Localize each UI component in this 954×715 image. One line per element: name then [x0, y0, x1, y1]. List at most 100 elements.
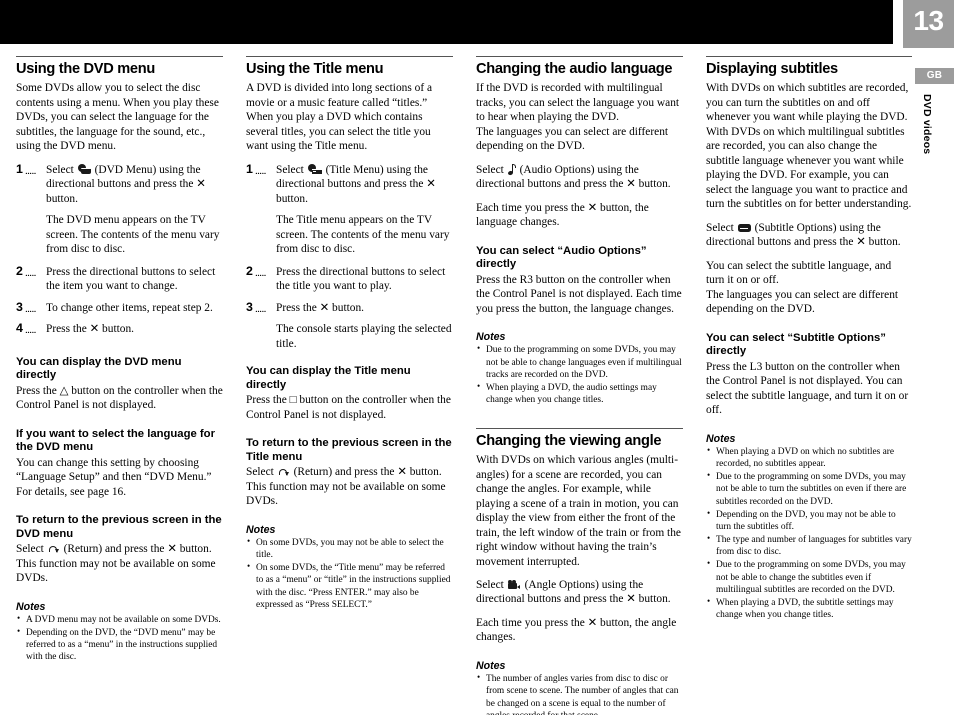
- column-using-the-dvd-menu: Using the DVD menu Some DVDs allow you t…: [16, 56, 223, 673]
- subtitle-select-instruction: Select (Subtitle Options) using the dire…: [706, 221, 912, 250]
- step-number: 1: [246, 161, 253, 176]
- section-title: Changing the viewing angle: [476, 432, 662, 449]
- step-1: 1 ..... Select (DVD Menu) using the dire…: [16, 161, 223, 206]
- note-item: The number of angles varies from disc to…: [476, 672, 683, 715]
- subsection-body-prefix: Select: [16, 543, 44, 556]
- select-prefix: Select: [476, 163, 504, 176]
- return-icon: [48, 544, 60, 554]
- audio-follow-up: Each time you press the ✕ button, the la…: [476, 201, 649, 229]
- step-leader: .....: [25, 302, 36, 315]
- audio-select-instruction: Select (Audio Options) using the directi…: [476, 163, 683, 192]
- angle-select-instruction: Select (Angle Options) using the directi…: [476, 578, 683, 607]
- step-leader: .....: [255, 302, 266, 315]
- subsection-body: Press the □ button on the controller whe…: [246, 394, 451, 421]
- section-intro: Some DVDs allow you to select the disc c…: [16, 82, 219, 153]
- note-item: Due to the programming on some DVDs, you…: [706, 470, 912, 508]
- subsection-body-text: (Return) and press the ✕ button. This fu…: [246, 466, 446, 508]
- subsection-body: Press the △ button on the controller whe…: [16, 384, 223, 412]
- notes-heading: Notes: [706, 432, 736, 445]
- subsection-heading: You can select “Subtitle Options” direct…: [706, 331, 886, 358]
- note-item: On some DVDs, you may not be able to sel…: [246, 536, 453, 562]
- note-item: When playing a DVD, the subtitle setting…: [706, 596, 912, 622]
- step-text-after: Press the directional buttons to select …: [46, 265, 216, 293]
- page-number: 13: [913, 5, 944, 36]
- subsection-body: Select (Return) and press the ✕ button. …: [16, 542, 223, 585]
- subsection-language-for-dvd-menu: If you want to select the language for t…: [16, 428, 223, 500]
- note-item: Due to the programming on some DVDs, you…: [476, 343, 683, 381]
- note-item: Depending on the DVD, you may not be abl…: [706, 508, 912, 534]
- notes-heading: Notes: [16, 600, 46, 613]
- section-rule: [706, 56, 912, 57]
- subsection-body: You can change this setting by choosing …: [16, 456, 212, 498]
- subsection-display-title-menu-directly: You can display the Title menu directly …: [246, 365, 453, 422]
- step-leader: .....: [25, 266, 36, 279]
- title-menu-icon: [307, 163, 322, 175]
- step-4: 4 ..... Press the ✕ button.: [16, 321, 223, 337]
- step-number: 4: [16, 321, 23, 336]
- section-rule: [476, 427, 683, 429]
- step-text-before: Select: [46, 163, 74, 176]
- step-number: 2: [246, 263, 253, 278]
- subsection-heading: You can display the DVD menu directly: [16, 355, 182, 382]
- select-prefix: Select: [476, 579, 504, 591]
- content-columns: Using the DVD menu Some DVDs allow you t…: [0, 56, 954, 715]
- step-1-result: The DVD menu appears on the TV screen. T…: [46, 214, 220, 256]
- note-item: Depending on the DVD, the “DVD menu” may…: [16, 626, 223, 664]
- angle-options-icon: [507, 580, 521, 590]
- notes-list: When playing a DVD on which no subtitles…: [706, 445, 912, 622]
- note-item: When playing a DVD on which no subtitles…: [706, 445, 912, 471]
- manual-page: 13 GB DVD videos Using the DVD menu Some…: [0, 0, 954, 715]
- select-text: (Angle Options) using the directional bu…: [476, 579, 671, 606]
- subsection-body-text: (Return) and press the ✕ button. This fu…: [16, 543, 216, 585]
- notes-heading: Notes: [476, 331, 506, 344]
- step-leader: .....: [255, 266, 266, 279]
- select-prefix: Select: [706, 221, 734, 234]
- subsection-subtitle-options-directly: You can select “Subtitle Options” direct…: [706, 332, 912, 418]
- audio-options-icon: [507, 163, 516, 176]
- note-item: The type and number of languages for sub…: [706, 533, 912, 559]
- header-black-bar: [0, 0, 893, 44]
- step-number: 3: [16, 299, 23, 314]
- notes-heading: Notes: [476, 659, 506, 672]
- subsection-display-dvd-menu-directly: You can display the DVD menu directly Pr…: [16, 356, 223, 413]
- subsection-heading: To return to the previous screen in the …: [246, 437, 452, 463]
- step-1: 1 ..... Select (Title Menu) using the di…: [246, 161, 453, 206]
- subsection-body-prefix: Select: [246, 466, 274, 479]
- section-title: Changing the audio language: [476, 61, 673, 77]
- step-text-after: Press the ✕ button.: [276, 301, 365, 314]
- step-leader: .....: [25, 324, 36, 337]
- subsection-heading: You can select “Audio Options” directly: [476, 244, 647, 271]
- step-2: 2 ..... Press the directional buttons to…: [16, 264, 223, 294]
- subtitle-options-icon: [737, 224, 751, 233]
- section-rule: [16, 56, 223, 57]
- subsection-heading: You can display the Title menu directly: [246, 365, 411, 391]
- note-item: When playing a DVD, the audio settings m…: [476, 381, 683, 407]
- section-intro: A DVD is divided into long sections of a…: [246, 82, 433, 153]
- step-text-after: To change other items, repeat step 2.: [46, 301, 213, 314]
- subsection-body: Press the R3 button on the controller wh…: [476, 273, 682, 315]
- column-audio-and-angle: Changing the audio language If the DVD i…: [476, 56, 683, 715]
- step-3-result: The console starts playing the selected …: [276, 323, 452, 350]
- note-item: On some DVDs, the “Title menu” may be re…: [246, 561, 453, 612]
- step-leader: .....: [255, 164, 266, 177]
- select-text: (Subtitle Options) using the directional…: [706, 221, 901, 249]
- notes-list: Due to the programming on some DVDs, you…: [476, 343, 683, 407]
- subsection-return-previous-screen-title: To return to the previous screen in the …: [246, 437, 453, 509]
- step-number: 1: [16, 161, 23, 176]
- subsection-audio-options-directly: You can select “Audio Options” directly …: [476, 245, 683, 317]
- subsection-heading: To return to the previous screen in the …: [16, 514, 222, 540]
- note-item: A DVD menu may not be available on some …: [16, 613, 223, 626]
- subsection-heading: If you want to select the language for t…: [16, 427, 215, 454]
- step-2: 2 ..... Press the directional buttons to…: [246, 263, 453, 294]
- select-text: (Audio Options) using the directional bu…: [476, 163, 671, 191]
- step-number: 3: [246, 299, 253, 314]
- step-3: 3 ..... To change other items, repeat st…: [16, 299, 223, 315]
- dvd-menu-icon: [77, 163, 91, 175]
- step-leader: .....: [25, 164, 36, 177]
- section-intro: If the DVD is recorded with multilingual…: [476, 82, 680, 153]
- notes-list: On some DVDs, you may not be able to sel…: [246, 536, 453, 612]
- subtitle-follow-up: You can select the subtitle language, an…: [706, 259, 899, 316]
- subsection-body: Press the L3 button on the controller wh…: [706, 360, 909, 417]
- step-text-before: Select: [276, 163, 304, 176]
- section-title: Displaying subtitles: [706, 61, 838, 77]
